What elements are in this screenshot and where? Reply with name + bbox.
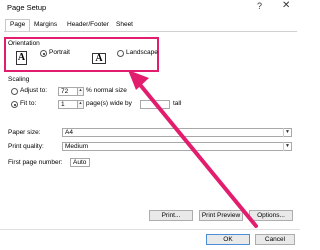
annotation-arrow — [128, 70, 258, 228]
